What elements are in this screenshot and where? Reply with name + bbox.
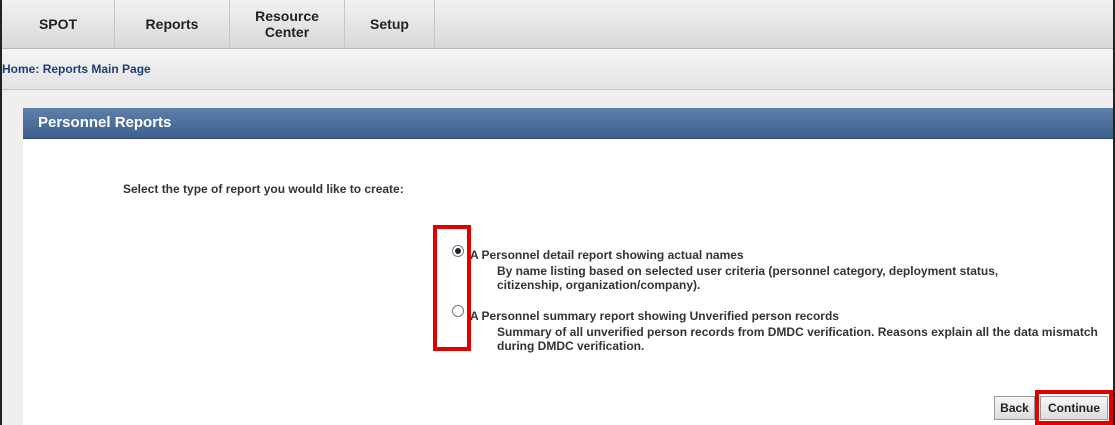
breadcrumb: Home: Reports Main Page [2,62,151,76]
option-summary-title: A Personnel summary report showing Unver… [470,309,839,323]
option-summary-description: Summary of all unverified person records… [497,325,1098,353]
nav-item-resource-center[interactable]: Resource Center [230,0,345,48]
nav-item-setup[interactable]: Setup [345,0,435,48]
breadcrumb-separator: : [35,62,40,76]
breadcrumb-current: Reports Main Page [42,62,151,76]
continue-highlight-box [1035,390,1113,425]
report-type-prompt: Select the type of report you would like… [123,182,404,196]
option-detail-title: A Personnel detail report showing actual… [470,248,744,262]
nav-item-reports[interactable]: Reports [115,0,230,48]
panel-title: Personnel Reports [38,114,172,131]
back-button[interactable]: Back [994,396,1035,420]
radio-highlight-box [433,225,471,351]
top-nav: SPOT Reports Resource Center Setup [2,0,1113,49]
breadcrumb-bar: Home: Reports Main Page [2,49,1113,90]
option-detail-description: By name listing based on selected user c… [497,264,999,292]
breadcrumb-home-link[interactable]: Home [2,62,35,76]
panel-header: Personnel Reports [23,108,1113,139]
nav-item-spot[interactable]: SPOT [2,0,115,48]
